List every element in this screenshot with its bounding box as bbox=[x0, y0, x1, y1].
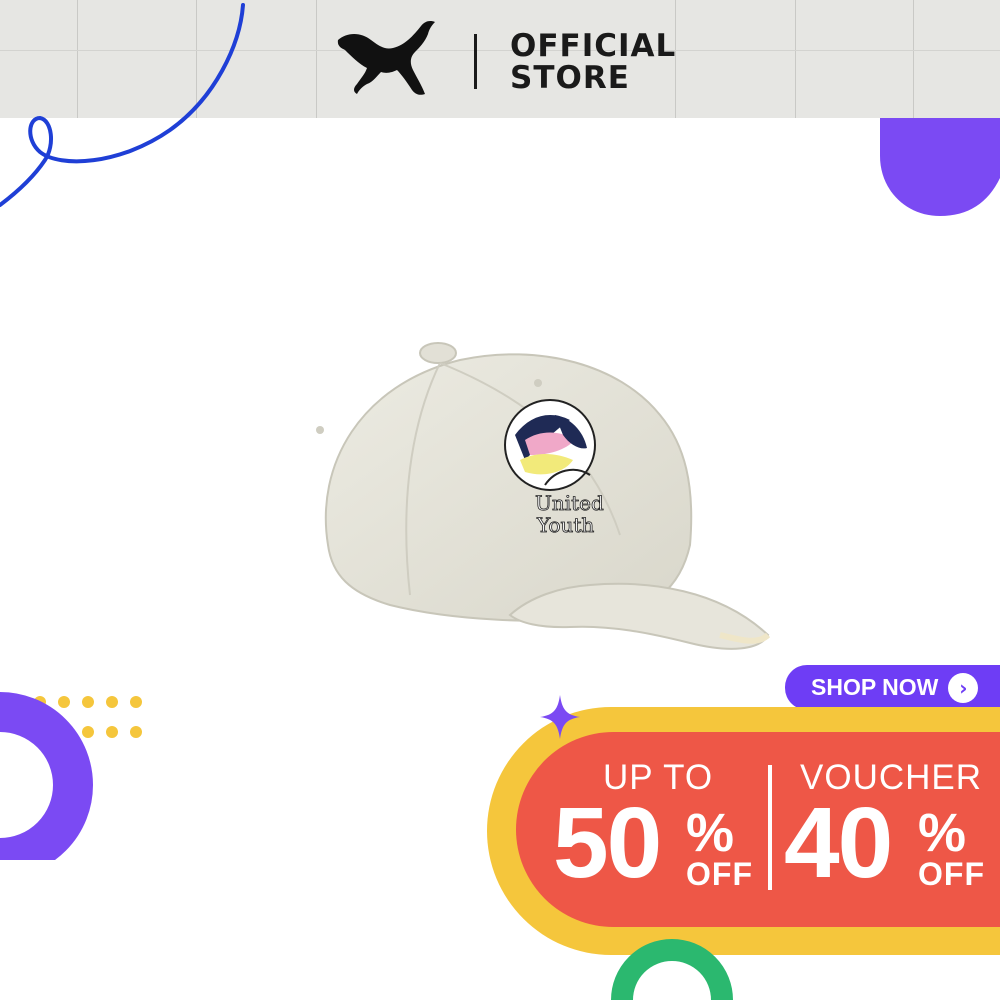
dots-and-ring-decoration bbox=[0, 692, 142, 860]
header-divider bbox=[474, 34, 477, 89]
promo-divider bbox=[768, 765, 772, 890]
blue-swirl-decoration bbox=[0, 3, 245, 207]
chevron-right-icon: › bbox=[948, 672, 979, 703]
discount-off: OFF bbox=[686, 856, 753, 892]
shop-now-button[interactable]: SHOP NOW › bbox=[785, 665, 1000, 710]
purple-circle-decoration bbox=[880, 118, 1000, 216]
sparkle-icon bbox=[540, 695, 580, 739]
embroidery-text-1: United bbox=[535, 491, 604, 515]
header-grid-line bbox=[913, 0, 914, 118]
header-grid-line bbox=[795, 0, 796, 118]
discount-percent: % bbox=[686, 803, 735, 863]
beige-baseball-cap-image: United Youth bbox=[316, 342, 771, 650]
discount-value: 50 bbox=[553, 787, 662, 899]
voucher-value: 40 bbox=[784, 787, 893, 899]
voucher-percent: % bbox=[918, 803, 967, 863]
store-line-1: OFFICIAL bbox=[510, 28, 677, 64]
puma-cat-logo-icon bbox=[337, 21, 435, 95]
embroidery-text-2: Youth bbox=[536, 513, 594, 537]
official-store-label: OFFICIAL STORE bbox=[510, 30, 676, 94]
green-ring-decoration bbox=[611, 939, 733, 1000]
store-line-2: STORE bbox=[510, 60, 630, 96]
header-grid-line bbox=[316, 0, 317, 118]
voucher-off: OFF bbox=[918, 856, 985, 892]
shop-now-label: SHOP NOW bbox=[811, 674, 939, 700]
